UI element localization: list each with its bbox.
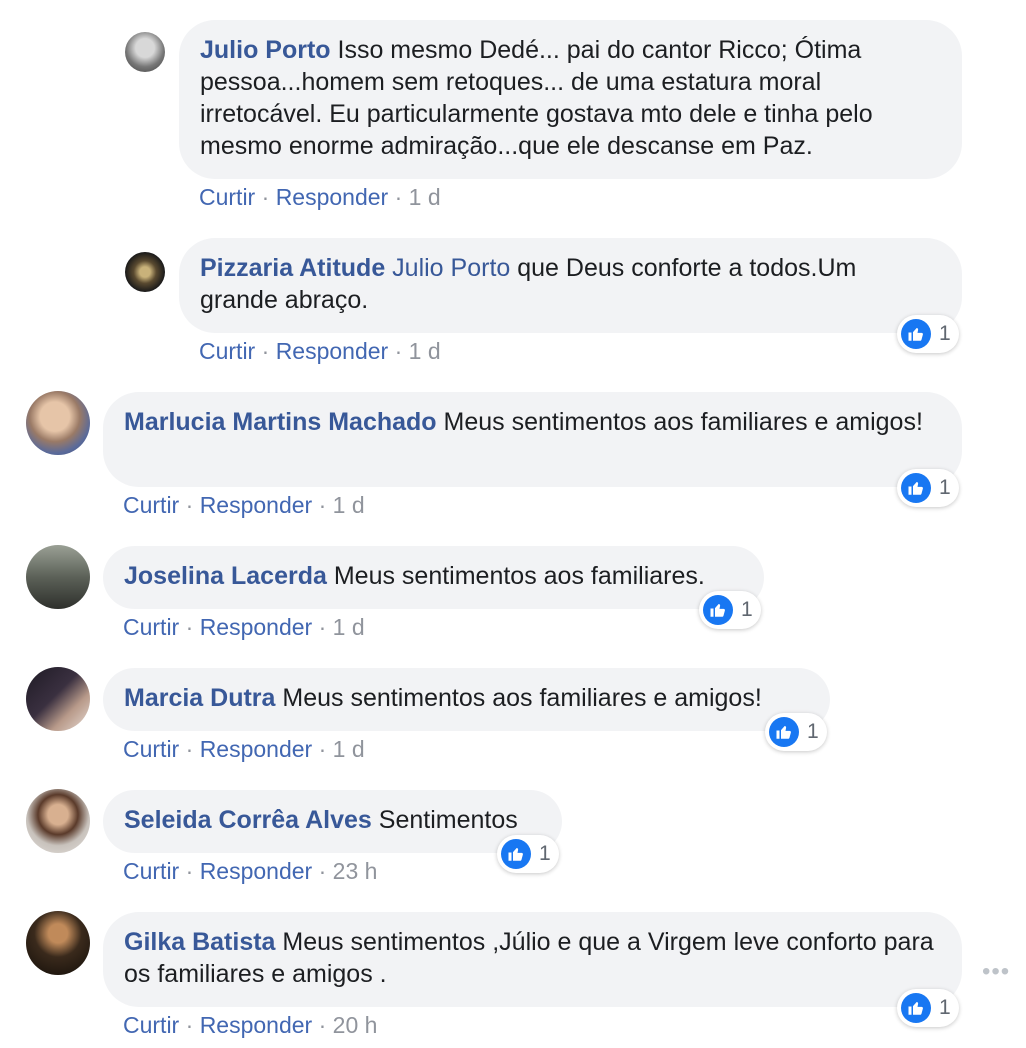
like-icon: [901, 319, 931, 349]
separator: ·: [318, 1012, 327, 1038]
reaction-count[interactable]: 1: [765, 713, 827, 751]
comment-text: Meus sentimentos aos familiares e amigos…: [282, 684, 762, 712]
reply-link[interactable]: Responder: [276, 338, 389, 364]
comment-author[interactable]: Marlucia Martins Machado: [124, 408, 437, 436]
reply-link[interactable]: Responder: [200, 1012, 313, 1038]
separator: ·: [185, 736, 194, 762]
comment-time[interactable]: 1 d: [409, 338, 441, 364]
reaction-count[interactable]: 1: [897, 469, 959, 507]
comment-author[interactable]: Gilka Batista: [124, 928, 275, 956]
like-count: 1: [807, 720, 819, 743]
reaction-count[interactable]: 1: [699, 591, 761, 629]
like-link[interactable]: Curtir: [199, 184, 255, 210]
reply-link[interactable]: Responder: [200, 614, 313, 640]
reply-link[interactable]: Responder: [200, 492, 313, 518]
like-icon: [769, 717, 799, 747]
reaction-count[interactable]: 1: [897, 989, 959, 1027]
comment-time[interactable]: 20 h: [333, 1012, 378, 1038]
comment-bubble: Joselina Lacerda Meus sentimentos aos fa…: [103, 546, 764, 609]
comment-bubble: Marlucia Martins Machado Meus sentimento…: [103, 392, 962, 487]
comment-author[interactable]: Pizzaria Atitude: [200, 254, 385, 282]
like-icon: [901, 993, 931, 1023]
separator: ·: [185, 614, 194, 640]
like-link[interactable]: Curtir: [123, 858, 179, 884]
like-count: 1: [939, 322, 951, 345]
reply-link[interactable]: Responder: [276, 184, 389, 210]
avatar[interactable]: [26, 789, 90, 853]
comment-actions: Curtir · Responder · 1 d: [199, 183, 441, 211]
separator: ·: [318, 614, 327, 640]
reply-link[interactable]: Responder: [200, 736, 313, 762]
like-count: 1: [939, 996, 951, 1019]
like-link[interactable]: Curtir: [199, 338, 255, 364]
like-icon: [501, 839, 531, 869]
separator: ·: [318, 858, 327, 884]
like-icon: [703, 595, 733, 625]
like-count: 1: [539, 842, 551, 865]
comment-bubble: Seleida Corrêa Alves Sentimentos: [103, 790, 562, 853]
separator: ·: [261, 184, 270, 210]
comment-time[interactable]: 1 d: [409, 184, 441, 210]
avatar[interactable]: [125, 32, 165, 72]
comment-author[interactable]: Seleida Corrêa Alves: [124, 806, 372, 834]
reply-link[interactable]: Responder: [200, 858, 313, 884]
comment-bubble: Julio Porto Isso mesmo Dedé... pai do ca…: [179, 20, 962, 179]
comment-bubble: Pizzaria Atitude Julio Porto que Deus co…: [179, 238, 962, 333]
comment-actions: Curtir · Responder · 1 d: [123, 491, 365, 519]
separator: ·: [394, 184, 403, 210]
separator: ·: [185, 1012, 194, 1038]
like-link[interactable]: Curtir: [123, 492, 179, 518]
like-icon: [901, 473, 931, 503]
comment-bubble: Gilka Batista Meus sentimentos ,Júlio e …: [103, 912, 962, 1007]
separator: ·: [261, 338, 270, 364]
comment-time[interactable]: 1 d: [333, 736, 365, 762]
comment-actions: Curtir · Responder · 23 h: [123, 857, 377, 885]
separator: ·: [318, 736, 327, 762]
avatar[interactable]: [26, 667, 90, 731]
comment-text: Meus sentimentos aos familiares e amigos…: [443, 408, 923, 436]
like-count: 1: [939, 476, 951, 499]
comment-text: Sentimentos: [378, 806, 518, 834]
comment-text: Meus sentimentos aos familiares.: [333, 562, 705, 590]
more-dots-icon[interactable]: •••: [982, 958, 1010, 986]
comment-actions: Curtir · Responder · 20 h: [123, 1011, 377, 1039]
like-link[interactable]: Curtir: [123, 1012, 179, 1038]
comment-author[interactable]: Marcia Dutra: [124, 684, 275, 712]
separator: ·: [185, 858, 194, 884]
separator: ·: [318, 492, 327, 518]
reaction-count[interactable]: 1: [497, 835, 559, 873]
comment-author[interactable]: Julio Porto: [200, 36, 331, 64]
comment-time[interactable]: 23 h: [333, 858, 378, 884]
like-link[interactable]: Curtir: [123, 614, 179, 640]
separator: ·: [185, 492, 194, 518]
comment-author[interactable]: Joselina Lacerda: [124, 562, 327, 590]
avatar[interactable]: [26, 391, 90, 455]
reaction-count[interactable]: 1: [897, 315, 959, 353]
like-count: 1: [741, 598, 753, 621]
mention-link[interactable]: Julio Porto: [392, 254, 510, 282]
separator: ·: [394, 338, 403, 364]
comment-time[interactable]: 1 d: [333, 492, 365, 518]
comment-time[interactable]: 1 d: [333, 614, 365, 640]
comment-actions: Curtir · Responder · 1 d: [199, 337, 441, 365]
like-link[interactable]: Curtir: [123, 736, 179, 762]
comment-bubble: Marcia Dutra Meus sentimentos aos famili…: [103, 668, 830, 731]
avatar[interactable]: [125, 252, 165, 292]
avatar[interactable]: [26, 545, 90, 609]
comment-actions: Curtir · Responder · 1 d: [123, 735, 365, 763]
avatar[interactable]: [26, 911, 90, 975]
comment-actions: Curtir · Responder · 1 d: [123, 613, 365, 641]
